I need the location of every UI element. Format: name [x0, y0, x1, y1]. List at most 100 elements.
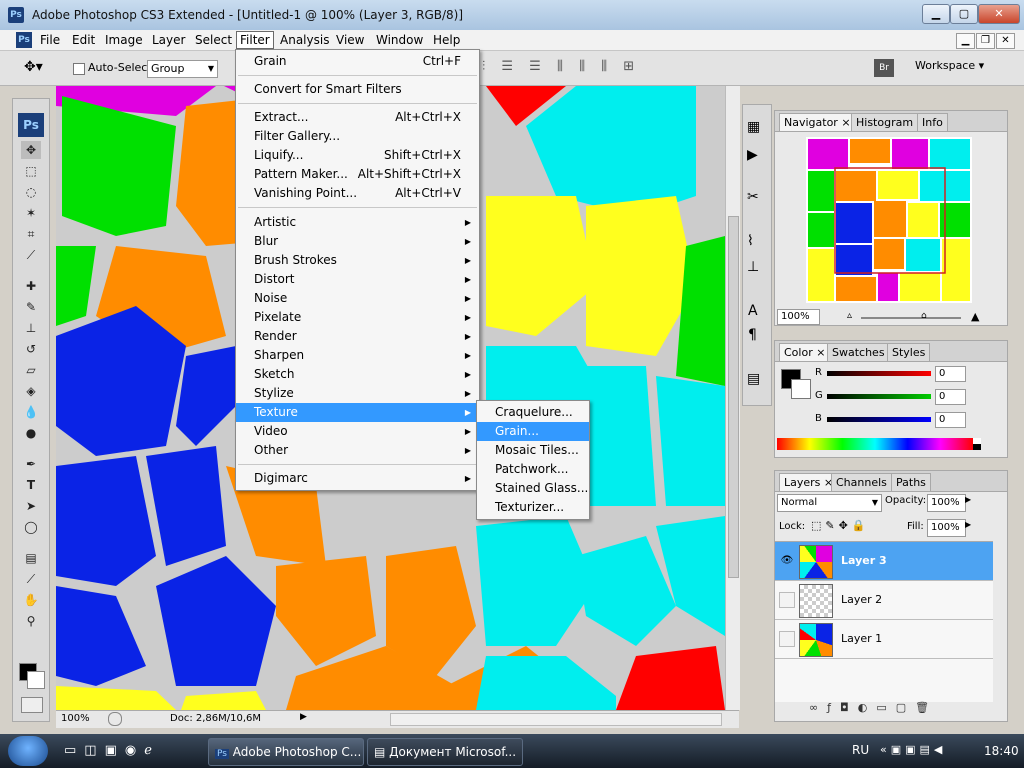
menu-item-grain-last[interactable]: Grain Ctrl+F	[236, 52, 479, 71]
black-white-swatch[interactable]	[973, 438, 981, 450]
menu-item-distort[interactable]: Distort ▶	[236, 270, 479, 289]
start-button[interactable]	[8, 736, 48, 766]
tab-info[interactable]: Info	[917, 113, 948, 131]
task-word[interactable]: ▤ Документ Microsof...	[367, 738, 523, 766]
menu-item-pattern-maker[interactable]: Pattern Maker... Alt+Shift+Ctrl+X	[236, 165, 479, 184]
document-icon[interactable]: Ps	[16, 32, 32, 48]
zoom-out-icon[interactable]: ▵	[847, 310, 852, 321]
auto-select-checkbox[interactable]	[73, 63, 85, 75]
doc-close-button[interactable]: ✕	[996, 33, 1015, 49]
hand-tool-icon[interactable]: ✋	[21, 591, 41, 609]
tool-presets-icon[interactable]: ✂	[747, 189, 759, 205]
crop-tool-icon[interactable]: ⌗	[21, 225, 41, 243]
visibility-toggle[interactable]	[779, 592, 795, 608]
vertical-scrollbar[interactable]	[725, 86, 740, 710]
menu-item-texturizer[interactable]: Texturizer...	[477, 498, 589, 517]
menu-item-texture[interactable]: Texture ▶	[236, 403, 479, 422]
layers-footer-icons[interactable]: ∞ƒ◘◐▭▢🗑	[809, 701, 938, 714]
tab-swatches[interactable]: Swatches	[827, 343, 890, 361]
opacity-input[interactable]: 100%	[927, 494, 966, 512]
b-value-input[interactable]: 0	[935, 412, 966, 428]
tab-channels[interactable]: Channels	[831, 473, 892, 491]
paragraph-panel-icon[interactable]: ¶	[748, 327, 757, 343]
lasso-tool-icon[interactable]: ◌	[21, 183, 41, 201]
blend-mode-dropdown[interactable]: Normal ▼	[777, 494, 882, 512]
tray-icons[interactable]: «▣▣▤◀	[880, 743, 946, 756]
type-tool-icon[interactable]: T	[21, 476, 41, 494]
horizontal-scrollbar[interactable]	[390, 713, 722, 726]
g-slider[interactable]	[827, 394, 931, 399]
layer-comps-icon[interactable]: ▤	[747, 371, 760, 387]
status-icon[interactable]	[108, 712, 122, 726]
menu-item-pixelate[interactable]: Pixelate ▶	[236, 308, 479, 327]
ellipse-tool-icon[interactable]: ◯	[21, 518, 41, 536]
zoom-slider-thumb[interactable]: ⌂	[921, 311, 927, 321]
menu-item-sketch[interactable]: Sketch ▶	[236, 365, 479, 384]
layer-row-2[interactable]: Layer 2	[775, 581, 993, 620]
menu-item-digimarc[interactable]: Digimarc ▶	[236, 469, 479, 488]
menu-item-patchwork[interactable]: Patchwork...	[477, 460, 589, 479]
quick-launch-icons[interactable]: ▭◫▣◉ℯ	[64, 743, 160, 758]
color-spectrum-bar[interactable]	[777, 438, 973, 450]
scroll-thumb[interactable]	[728, 216, 739, 578]
g-value-input[interactable]: 0	[935, 389, 966, 405]
menu-item-brush-strokes[interactable]: Brush Strokes ▶	[236, 251, 479, 270]
menu-item-extract[interactable]: Extract... Alt+Ctrl+X	[236, 108, 479, 127]
menu-item-convert-smart[interactable]: Convert for Smart Filters	[236, 80, 479, 99]
menu-view[interactable]: View	[333, 32, 367, 48]
clone-stamp-tool-icon[interactable]: ⊥	[21, 319, 41, 337]
path-selection-tool-icon[interactable]: ➤	[21, 497, 41, 515]
layer-name[interactable]: Layer 2	[841, 593, 882, 606]
marquee-tool-icon[interactable]: ⬚	[21, 162, 41, 180]
language-indicator[interactable]: RU	[852, 743, 869, 757]
menu-item-blur[interactable]: Blur ▶	[236, 232, 479, 251]
close-button[interactable]: ✕	[978, 4, 1020, 24]
r-slider[interactable]	[827, 371, 931, 376]
layer-name[interactable]: Layer 1	[841, 632, 882, 645]
fill-arrow-icon[interactable]: ▶	[965, 520, 971, 529]
menu-window[interactable]: Window	[373, 32, 426, 48]
menu-image[interactable]: Image	[102, 32, 146, 48]
move-tool-icon[interactable]: ✥▾	[24, 59, 43, 75]
status-zoom[interactable]: 100%	[61, 713, 90, 724]
layer-row-3[interactable]: 👁 Layer 3	[775, 542, 993, 581]
task-photoshop[interactable]: Ps Adobe Photoshop C...	[208, 738, 364, 766]
paint-bucket-tool-icon[interactable]: ◈	[21, 382, 41, 400]
menu-item-video[interactable]: Video ▶	[236, 422, 479, 441]
menu-layer[interactable]: Layer	[149, 32, 188, 48]
status-arrow-icon[interactable]: ▶	[300, 712, 307, 722]
tab-navigator[interactable]: Navigator ×	[779, 113, 856, 131]
menu-item-noise[interactable]: Noise ▶	[236, 289, 479, 308]
menu-item-artistic[interactable]: Artistic ▶	[236, 213, 479, 232]
character-panel-icon[interactable]: A	[748, 303, 758, 319]
history-panel-icon[interactable]: ▦	[747, 119, 760, 135]
blur-tool-icon[interactable]: 💧	[21, 403, 41, 421]
menu-item-mosaic-tiles[interactable]: Mosaic Tiles...	[477, 441, 589, 460]
layer-row-1[interactable]: Layer 1	[775, 620, 993, 659]
eraser-tool-icon[interactable]: ▱	[21, 361, 41, 379]
menu-edit[interactable]: Edit	[69, 32, 98, 48]
zoom-tool-icon[interactable]: ⚲	[21, 612, 41, 630]
menu-item-render[interactable]: Render ▶	[236, 327, 479, 346]
menu-item-grain[interactable]: Grain...	[477, 422, 589, 441]
layer-name[interactable]: Layer 3	[841, 554, 887, 567]
dodge-tool-icon[interactable]: ●	[21, 424, 41, 442]
menu-item-liquify[interactable]: Liquify... Shift+Ctrl+X	[236, 146, 479, 165]
slice-tool-icon[interactable]: ⟋	[21, 246, 41, 264]
tab-color[interactable]: Color ×	[779, 343, 831, 361]
pen-tool-icon[interactable]: ✒	[21, 455, 41, 473]
menu-filter[interactable]: Filter	[236, 31, 274, 49]
eyedropper-tool-icon[interactable]: ⟋	[21, 570, 41, 588]
minimize-button[interactable]: ▁	[922, 4, 950, 24]
fill-input[interactable]: 100%	[927, 519, 966, 537]
brush-tool-icon[interactable]: ✎	[21, 298, 41, 316]
menu-item-stylize[interactable]: Stylize ▶	[236, 384, 479, 403]
maximize-button[interactable]: ▢	[950, 4, 978, 24]
tab-layers[interactable]: Layers ×	[779, 473, 839, 491]
workspace-button[interactable]: Workspace ▾	[915, 59, 984, 72]
doc-restore-button[interactable]: ❐	[976, 33, 995, 49]
healing-brush-tool-icon[interactable]: ✚	[21, 277, 41, 295]
menu-item-sharpen[interactable]: Sharpen ▶	[236, 346, 479, 365]
zoom-in-icon[interactable]: ▲	[971, 310, 979, 323]
magic-wand-tool-icon[interactable]: ✶	[21, 204, 41, 222]
